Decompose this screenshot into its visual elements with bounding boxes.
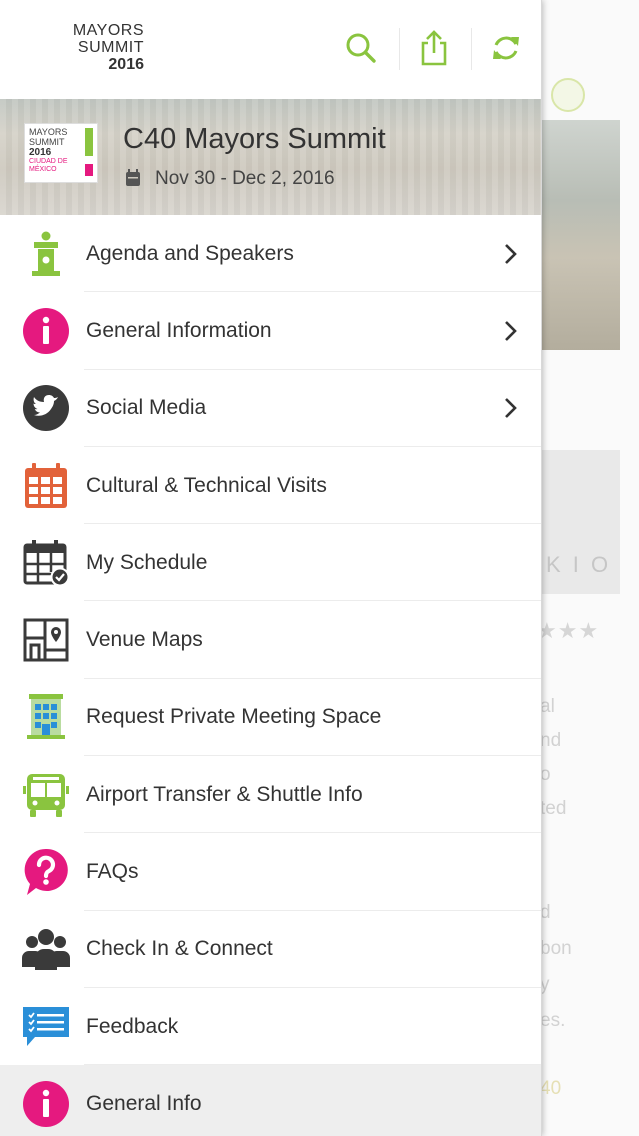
feedback-icon [22, 1003, 70, 1051]
menu-item-label: Check In & Connect [86, 937, 273, 961]
background-map [540, 450, 620, 594]
share-button[interactable] [414, 28, 454, 68]
calendar-icon [22, 462, 70, 510]
refresh-icon [493, 36, 519, 60]
menu-item-venue-maps[interactable]: Venue Maps [0, 601, 541, 679]
background-text: nd [540, 730, 562, 751]
logo-city: MÉXICO [29, 166, 57, 173]
logo-line: MAYORS [29, 127, 68, 137]
logo-city: CIUDAD DE [29, 158, 68, 165]
menu-item-agenda[interactable]: Agenda and Speakers [0, 215, 541, 293]
drawer-menu: Agenda and Speakers General Information [0, 215, 541, 1136]
logo-year: 2016 [29, 147, 52, 158]
menu-item-social-media[interactable]: Social Media [0, 370, 541, 447]
schedule-check-icon [22, 539, 70, 587]
menu-item-label: Venue Maps [86, 628, 203, 652]
search-icon [346, 33, 376, 63]
menu-item-general-info[interactable]: General Info [0, 1065, 541, 1136]
brand-logo: MAYORS SUMMIT 2016 [64, 22, 144, 74]
share-icon [421, 30, 447, 66]
chevron-right-icon [505, 321, 517, 341]
chevron-right-icon [505, 398, 517, 419]
event-date: Nov 30 - Dec 2, 2016 [155, 168, 335, 189]
calendar-icon [126, 169, 140, 186]
background-text: 40 [540, 1078, 562, 1099]
brand-year: 2016 [108, 56, 144, 73]
twitter-icon [22, 384, 70, 432]
menu-item-faqs[interactable]: FAQs [0, 833, 541, 911]
toolbar-divider [471, 28, 472, 70]
toolbar-divider [399, 28, 400, 70]
brand-line: SUMMIT [77, 39, 144, 56]
menu-item-request-meeting-space[interactable]: Request Private Meeting Space [0, 679, 541, 757]
menu-item-check-in-connect[interactable]: Check In & Connect [0, 911, 541, 988]
background-hero-image [540, 120, 620, 350]
bus-icon [22, 771, 70, 819]
menu-item-label: General Information [86, 318, 272, 342]
info-icon [22, 307, 70, 355]
menu-item-label: Social Media [86, 396, 207, 420]
podium-icon [22, 230, 70, 278]
avatar[interactable] [551, 78, 585, 112]
question-icon [22, 848, 70, 896]
menu-item-my-schedule[interactable]: My Schedule [0, 524, 541, 602]
logo-line: SUMMIT [29, 137, 65, 147]
menu-item-label: General Info [86, 1091, 202, 1115]
refresh-button[interactable] [486, 28, 526, 68]
menu-item-cultural-visits[interactable]: Cultural & Technical Visits [0, 447, 541, 525]
rating-stars: ★★★ [537, 618, 600, 643]
menu-item-label: FAQs [86, 860, 139, 884]
event-title: C40 Mayors Summit [123, 123, 386, 155]
event-header: MAYORS SUMMIT 2016 CIUDAD DE MÉXICO C40 … [0, 99, 541, 215]
background-text: ted [540, 798, 567, 819]
info-icon [22, 1080, 70, 1128]
menu-item-label: Feedback [86, 1014, 179, 1038]
chevron-right-icon [505, 243, 517, 264]
menu-item-label: Agenda and Speakers [86, 241, 294, 265]
menu-item-label: Cultural & Technical Visits [86, 473, 327, 497]
search-button[interactable] [341, 28, 381, 68]
menu-item-label: My Schedule [86, 550, 208, 574]
logo-accent [85, 128, 93, 156]
map-icon [22, 616, 70, 664]
navigation-drawer: MAYORS SUMMIT 2016 MAYORS SUMMIT 2016 CI… [0, 0, 542, 1136]
menu-item-label: Request Private Meeting Space [86, 705, 382, 729]
menu-item-airport-transfer[interactable]: Airport Transfer & Shuttle Info [0, 756, 541, 834]
logo-accent [85, 164, 93, 176]
background-text: es. [540, 1010, 566, 1031]
drawer-toolbar: MAYORS SUMMIT 2016 [0, 0, 541, 99]
menu-item-general-information[interactable]: General Information [0, 292, 541, 370]
menu-item-label: Airport Transfer & Shuttle Info [86, 782, 363, 806]
background-text: bon [540, 938, 572, 959]
menu-item-feedback[interactable]: Feedback [0, 988, 541, 1066]
event-logo: MAYORS SUMMIT 2016 CIUDAD DE MÉXICO [24, 123, 98, 183]
brand-line: MAYORS [72, 22, 144, 39]
people-icon [22, 925, 70, 973]
background-text: al [540, 696, 555, 717]
building-icon [22, 693, 70, 741]
